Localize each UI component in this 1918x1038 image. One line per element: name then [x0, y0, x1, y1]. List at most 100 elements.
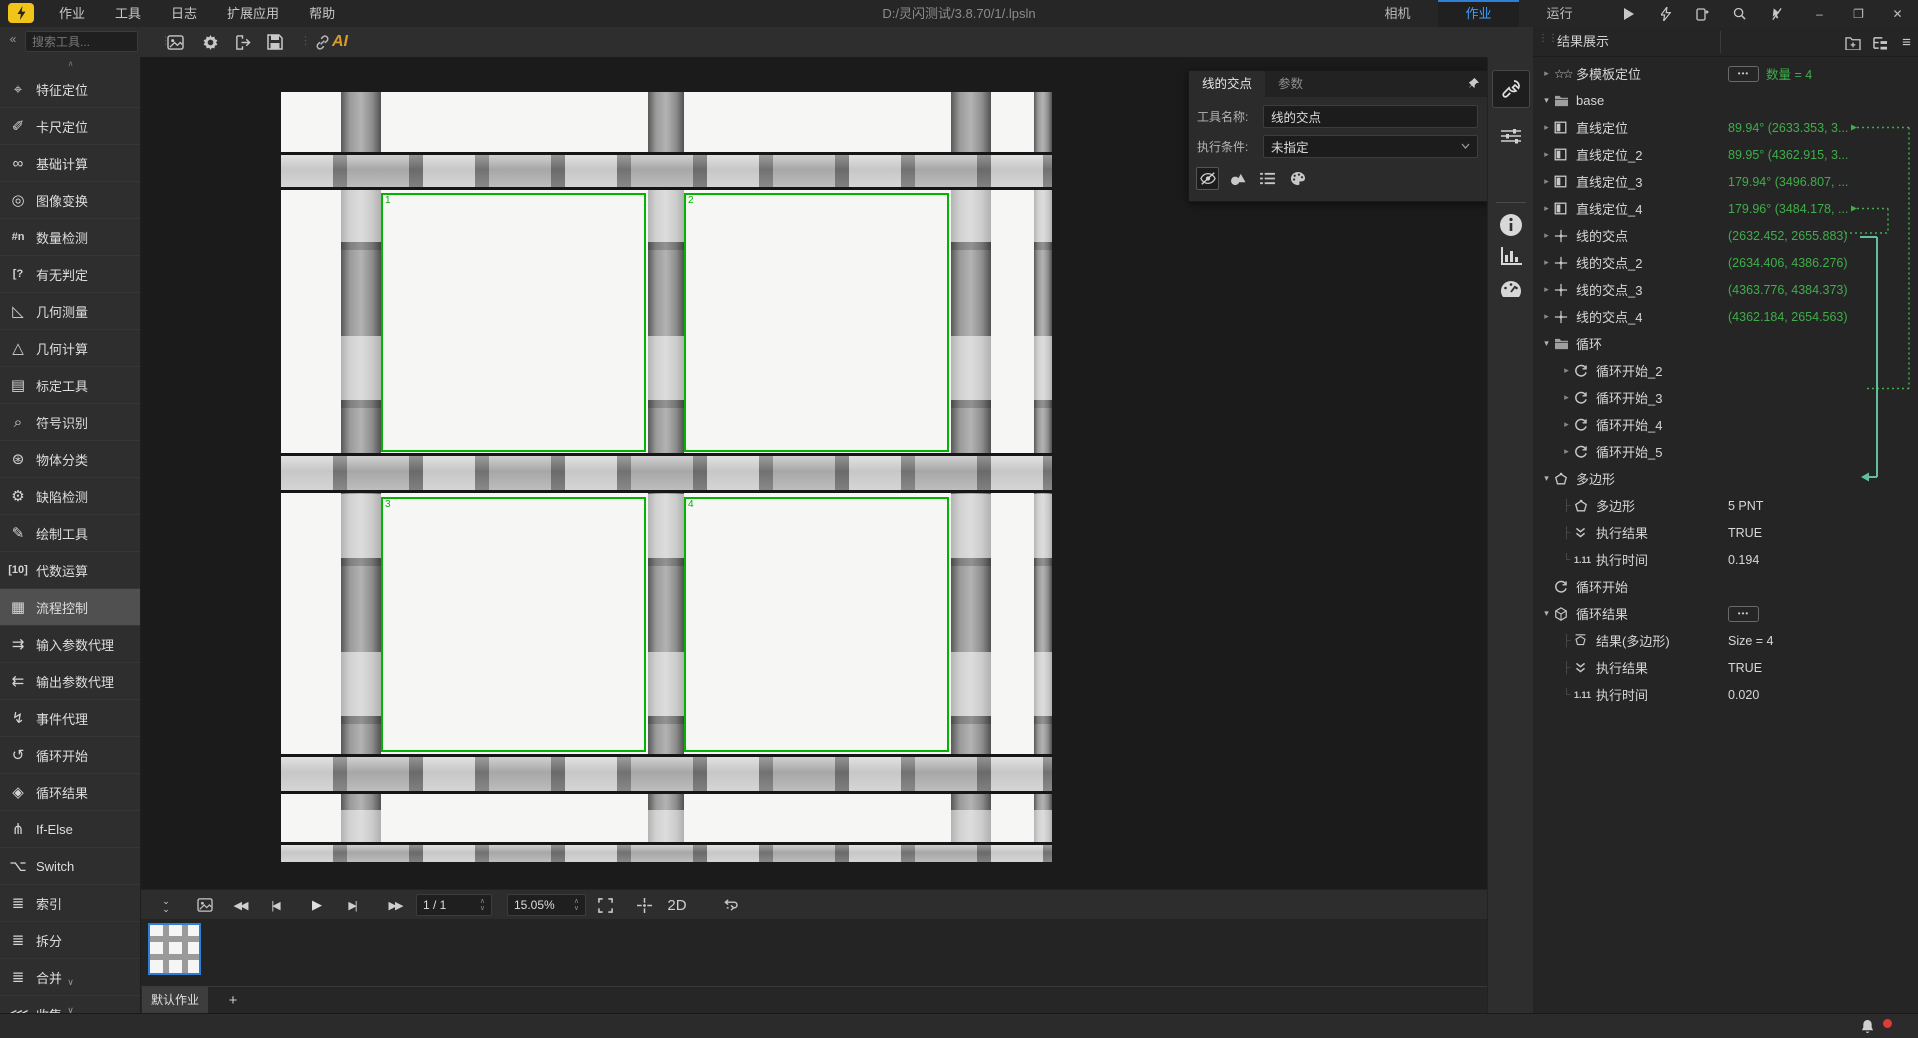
mouse-off-icon[interactable] [1758, 0, 1795, 27]
tree-row-线的交点_2[interactable]: ▸线的交点_2(2634.406, 4386.276) [1533, 249, 1918, 276]
gauge-icon[interactable] [1492, 271, 1530, 301]
chevron-right-icon[interactable]: ▸ [1539, 68, 1554, 79]
chevron-right-icon[interactable]: ▸ [1539, 284, 1554, 295]
frame-thumbnail[interactable] [148, 923, 201, 975]
menu-0[interactable]: 作业 [44, 0, 100, 27]
tree-row-执行结果[interactable]: ├执行结果TRUE [1533, 654, 1918, 681]
skip-to-end-icon[interactable]: ▶▶ [382, 892, 408, 918]
drag-grip-icon[interactable]: ⋮⋮ [1538, 35, 1558, 42]
run-play-icon[interactable] [1610, 0, 1647, 27]
scroll-down-icon[interactable]: ∨ [0, 978, 141, 987]
sidebar-item-Switch[interactable]: ⌥Switch [0, 848, 141, 885]
collapse-playback-icon[interactable]: ⌄⌄ [153, 892, 179, 918]
menu-3[interactable]: 扩展应用 [212, 0, 294, 27]
chevron-right-icon[interactable]: ▸ [1559, 392, 1574, 403]
roi-region-3[interactable]: 3 [381, 497, 646, 752]
mode-tab-作业[interactable]: 作业 [1438, 0, 1519, 27]
sidebar-item-基础计算[interactable]: ∞基础计算 [0, 145, 141, 182]
center-crosshair-icon[interactable] [631, 892, 657, 918]
chevron-right-icon[interactable]: ▸ [1559, 365, 1574, 376]
wrench-icon[interactable] [1492, 70, 1530, 108]
device-icon[interactable] [1684, 0, 1721, 27]
chevron-down-icon[interactable]: ▾ [1539, 95, 1554, 106]
tab-intersection[interactable]: 线的交点 [1189, 71, 1265, 97]
sidebar-item-几何计算[interactable]: △几何计算 [0, 330, 141, 367]
tab-parameters[interactable]: 参数 [1265, 71, 1316, 97]
ai-assistant-button[interactable]: AI [315, 30, 348, 54]
search-input[interactable] [25, 31, 138, 52]
spinner-arrows-icon[interactable]: ∧∨ [480, 898, 485, 912]
tool-name-input[interactable] [1263, 105, 1478, 128]
tree-row-直线定位[interactable]: ▸直线定位89.94° (2633.353, 3... [1533, 114, 1918, 141]
scroll-down-icon[interactable]: ∨ [0, 1006, 141, 1013]
menu-4[interactable]: 帮助 [294, 0, 350, 27]
roi-region-1[interactable]: 1 [381, 193, 646, 452]
sidebar-item-循环开始[interactable]: ↺循环开始 [0, 737, 141, 774]
menu-icon[interactable]: ≡ [1895, 31, 1918, 54]
more-button[interactable]: ••• [1728, 606, 1759, 622]
more-button[interactable]: ••• [1728, 66, 1759, 82]
loop-playback-icon[interactable] [717, 892, 743, 918]
chevron-right-icon[interactable]: ▸ [1539, 230, 1554, 241]
tree-row-循环开始_2[interactable]: ▸循环开始_2 [1533, 357, 1918, 384]
sidebar-item-流程控制[interactable]: ▦流程控制 [0, 589, 141, 626]
tree-row-多模板定位[interactable]: ▸☆☆多模板定位•••数量 = 4 [1533, 60, 1918, 87]
tree-row-多边形[interactable]: ├多边形5 PNT [1533, 492, 1918, 519]
chevron-right-icon[interactable]: ▸ [1539, 149, 1554, 160]
search-icon[interactable] [1721, 0, 1758, 27]
tree-row-多边形[interactable]: ▾多边形 [1533, 465, 1918, 492]
hide-overlay-icon[interactable] [1196, 167, 1219, 190]
previous-frame-icon[interactable]: |◀ [262, 892, 288, 918]
sliders-icon[interactable] [1492, 117, 1530, 155]
close-button[interactable]: ✕ [1878, 0, 1917, 27]
tab-default-job[interactable]: 默认作业 [142, 987, 208, 1014]
image-icon[interactable] [163, 30, 187, 54]
palette-icon[interactable] [1286, 167, 1309, 190]
menu-2[interactable]: 日志 [156, 0, 212, 27]
save-icon[interactable] [263, 30, 287, 54]
sidebar-item-特征定位[interactable]: ⌖特征定位 [0, 71, 141, 108]
tree-row-循环结果[interactable]: ▾循环结果••• [1533, 600, 1918, 627]
chevron-right-icon[interactable]: ▸ [1559, 419, 1574, 430]
tree-row-执行时间[interactable]: └1.11执行时间0.194 [1533, 546, 1918, 573]
sidebar-item-绘制工具[interactable]: ✎绘制工具 [0, 515, 141, 552]
list-icon[interactable] [1256, 167, 1279, 190]
tree-row-直线定位_3[interactable]: ▸直线定位_3179.94° (3496.807, ... [1533, 168, 1918, 195]
exec-condition-select[interactable]: 未指定 [1263, 135, 1478, 158]
bar-chart-icon[interactable] [1492, 241, 1530, 271]
chevron-right-icon[interactable]: ▸ [1559, 446, 1574, 457]
app-logo-icon[interactable] [8, 3, 34, 23]
collapse-sidebar-icon[interactable]: « [4, 32, 22, 46]
chevron-right-icon[interactable]: ▸ [1539, 122, 1554, 133]
tree-row-线的交点[interactable]: ▸线的交点(2632.452, 2655.883) [1533, 222, 1918, 249]
tree-row-线的交点_4[interactable]: ▸线的交点_4(4362.184, 2654.563) [1533, 303, 1918, 330]
roi-region-2[interactable]: 2 [684, 193, 949, 452]
tree-view-icon[interactable] [1869, 31, 1892, 54]
tree-row-线的交点_3[interactable]: ▸线的交点_3(4363.776, 4384.373) [1533, 276, 1918, 303]
image-source-icon[interactable] [192, 892, 218, 918]
tree-row-执行结果[interactable]: ├执行结果TRUE [1533, 519, 1918, 546]
sidebar-item-循环结果[interactable]: ◈循环结果 [0, 774, 141, 811]
menu-1[interactable]: 工具 [100, 0, 156, 27]
sidebar-item-If-Else[interactable]: ⋔If-Else [0, 811, 141, 848]
tree-row-结果(多边形)[interactable]: ├结果(多边形)Size = 4 [1533, 627, 1918, 654]
skip-to-start-icon[interactable]: ◀◀ [227, 892, 253, 918]
sidebar-item-卡尺定位[interactable]: ✐卡尺定位 [0, 108, 141, 145]
tree-row-直线定位_2[interactable]: ▸直线定位_289.95° (4362.915, 3... [1533, 141, 1918, 168]
bell-icon[interactable] [1861, 1019, 1874, 1034]
chevron-down-icon[interactable]: ▾ [1539, 473, 1554, 484]
tree-row-循环开始_5[interactable]: ▸循环开始_5 [1533, 438, 1918, 465]
roi-region-4[interactable]: 4 [684, 497, 949, 752]
add-job-button[interactable]: + [221, 987, 245, 1014]
sidebar-item-事件代理[interactable]: ↯事件代理 [0, 700, 141, 737]
sidebar-item-拆分[interactable]: ≣拆分 [0, 922, 141, 959]
sidebar-item-标定工具[interactable]: ▤标定工具 [0, 367, 141, 404]
play-icon[interactable]: ▶ [303, 892, 329, 918]
sidebar-item-几何测量[interactable]: ◺几何测量 [0, 293, 141, 330]
tree-row-base[interactable]: ▾base [1533, 87, 1918, 114]
chevron-down-icon[interactable]: ▾ [1539, 608, 1554, 619]
chevron-right-icon[interactable]: ▸ [1539, 311, 1554, 322]
frame-spinner[interactable]: 1 / 1∧∨ [416, 894, 492, 916]
next-frame-icon[interactable]: ▶| [339, 892, 365, 918]
pin-icon[interactable] [1467, 77, 1480, 90]
